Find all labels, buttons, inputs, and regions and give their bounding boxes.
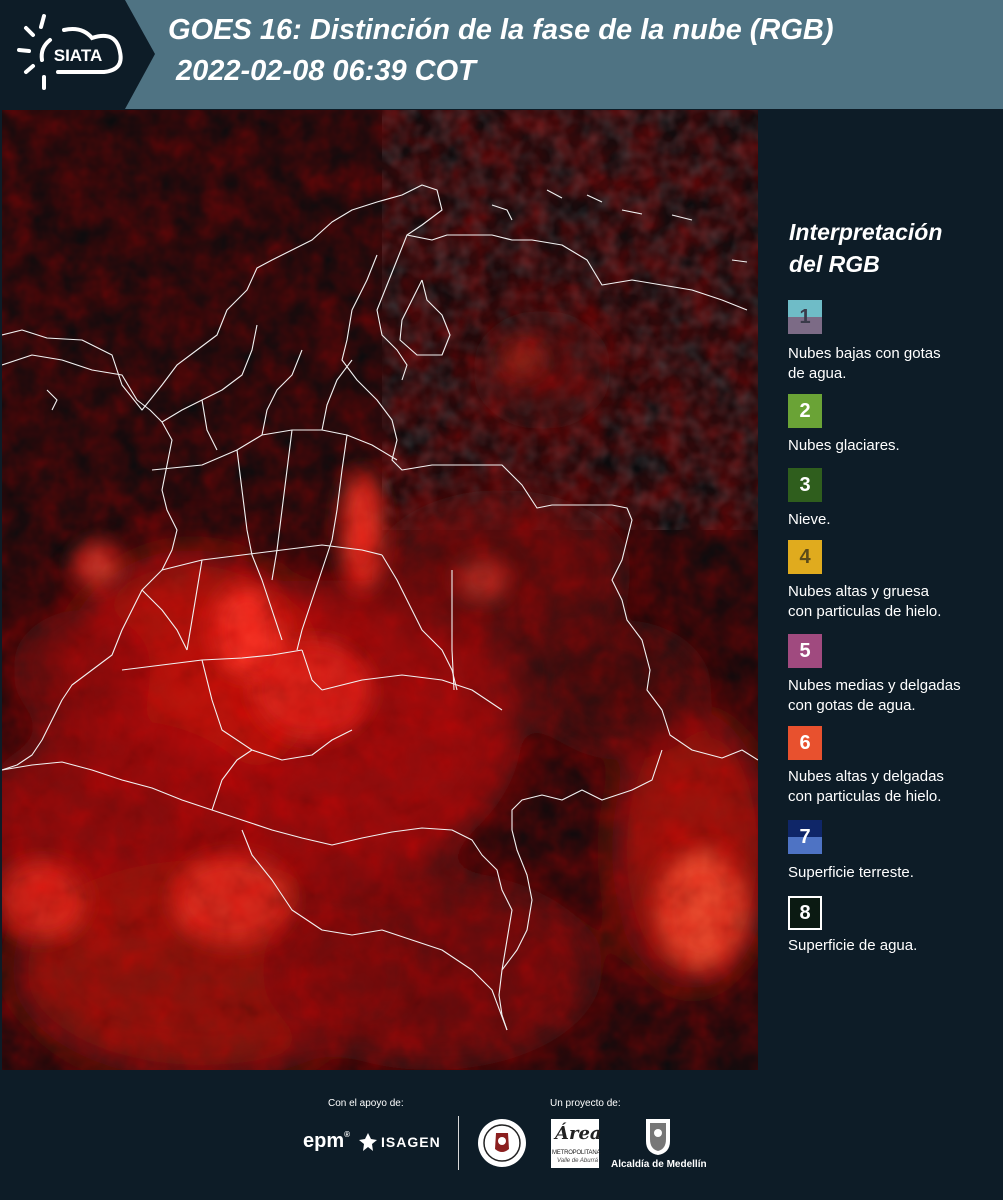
legend-label-6-line-2: con particulas de hielo. xyxy=(788,788,942,805)
legend-label-4-line-2: con particulas de hielo. xyxy=(788,603,942,620)
project-caption: Un proyecto de: xyxy=(550,1098,621,1109)
legend-number-6: 6 xyxy=(799,731,811,754)
legend-number-1: 1 xyxy=(799,305,811,328)
area-logo-line-2: Valle de Aburrá xyxy=(557,1158,598,1164)
legend-label-1: Nubes bajas con gotas de agua. xyxy=(788,344,1000,384)
legend-swatch-7: 7 xyxy=(788,820,822,854)
legend-label-7-line-1: Superficie terreste. xyxy=(788,864,914,881)
legend-label-3-line-1: Nieve. xyxy=(788,511,831,528)
page-timestamp: 2022-02-08 06:39 COT xyxy=(176,55,476,87)
legend-swatch-6: 6 xyxy=(788,726,822,760)
legend-swatch-5: 5 xyxy=(788,634,822,668)
legend-title: Interpretación del RGB xyxy=(789,216,989,280)
legend-label-8: Superficie de agua. xyxy=(788,936,1000,956)
legend-label-2-line-1: Nubes glaciares. xyxy=(788,437,900,454)
satellite-image xyxy=(2,110,758,1070)
satellite-map xyxy=(2,110,758,1070)
legend-title-line-1: Interpretación xyxy=(789,219,943,245)
alcaldia-shield-icon xyxy=(646,1119,670,1155)
legend-number-3: 3 xyxy=(799,473,811,496)
legend-label-6-line-1: Nubes altas y delgadas xyxy=(788,768,944,785)
footer-divider xyxy=(458,1116,459,1170)
legend-title-line-2: del RGB xyxy=(789,251,880,277)
legend-label-8-line-1: Superficie de agua. xyxy=(788,937,918,954)
legend-number-8: 8 xyxy=(799,901,811,924)
legend-swatch-4: 4 xyxy=(788,540,822,574)
legend-swatch-1: 1 xyxy=(788,300,822,334)
legend-number-5: 5 xyxy=(799,639,811,662)
legend-label-5: Nubes medias y delgadas con gotas de agu… xyxy=(788,676,1000,716)
legend-label-4-line-1: Nubes altas y gruesa xyxy=(788,583,929,600)
legend-label-5-line-2: con gotas de agua. xyxy=(788,697,916,714)
brand-text: SIATA xyxy=(54,46,102,65)
legend-label-2: Nubes glaciares. xyxy=(788,436,1000,456)
area-logo-line-1: METROPOLITANA xyxy=(552,1150,601,1156)
epm-logo: epm® xyxy=(303,1130,351,1152)
seal-emblem-icon xyxy=(478,1119,526,1167)
legend-label-6: Nubes altas y delgadas con particulas de… xyxy=(788,767,1000,807)
legend-label-5-line-1: Nubes medias y delgadas xyxy=(788,677,961,694)
legend-swatch-3: 3 xyxy=(788,468,822,502)
area-metropolitana-logo: Área METROPOLITANA Valle de Aburrá xyxy=(551,1119,602,1168)
legend-number-2: 2 xyxy=(799,399,811,422)
legend-number-4: 4 xyxy=(799,545,811,568)
legend-label-4: Nubes altas y gruesa con particulas de h… xyxy=(788,582,1000,622)
legend-label-1-line-2: de agua. xyxy=(788,365,847,382)
support-caption: Con el apoyo de: xyxy=(328,1098,404,1109)
legend-number-7: 7 xyxy=(799,825,811,848)
legend-label-7: Superficie terreste. xyxy=(788,863,1000,883)
header-logo-block: SIATA xyxy=(0,0,155,109)
epm-logo-text: epm xyxy=(303,1130,345,1152)
isagen-icon xyxy=(359,1133,377,1151)
header-bar: SIATA GOES 16: Distinción de la fase de … xyxy=(0,0,1003,109)
legend-swatch-8: 8 xyxy=(788,896,822,930)
isagen-logo-text: ISAGEN xyxy=(381,1134,441,1150)
legend-swatch-2: 2 xyxy=(788,394,822,428)
area-logo-script: Área xyxy=(555,1123,602,1144)
alcaldia-logo-text: Alcaldía de Medellín xyxy=(611,1159,707,1170)
footer-bar: Con el apoyo de: Un proyecto de: epm® IS… xyxy=(0,1070,1003,1200)
page-title: GOES 16: Distinción de la fase de la nub… xyxy=(168,14,834,46)
legend-panel: Interpretación del RGB 1 Nubes bajas con… xyxy=(760,110,1003,1070)
legend-label-3: Nieve. xyxy=(788,510,1000,530)
legend-label-1-line-1: Nubes bajas con gotas xyxy=(788,345,941,362)
